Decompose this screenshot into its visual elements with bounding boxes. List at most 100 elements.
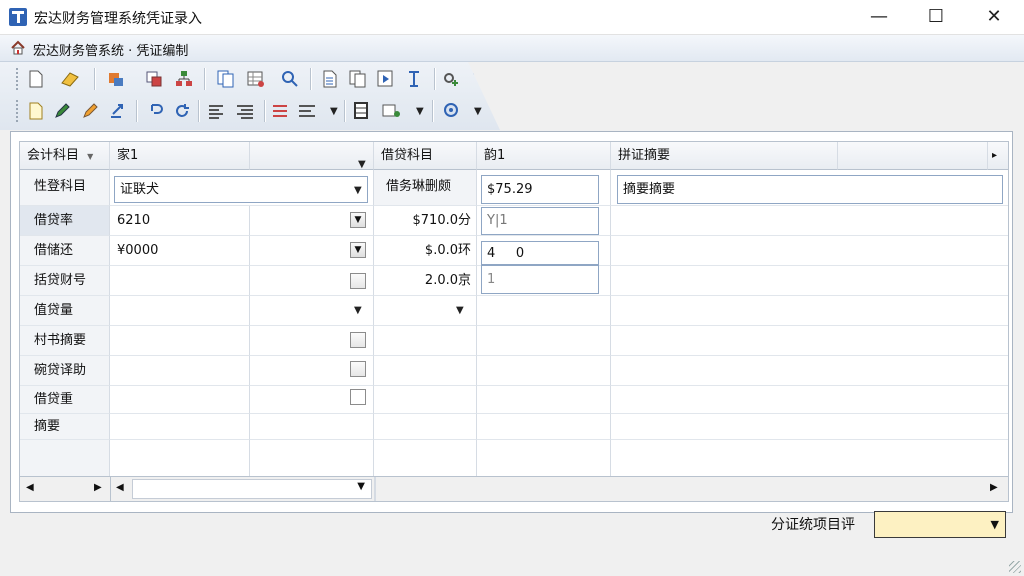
scroll-right-icon[interactable]: ▶: [94, 482, 102, 493]
horizontal-scrollbar[interactable]: ◀ ▶ ◀ ▼ ▶: [19, 476, 1009, 502]
row-checkbox[interactable]: [350, 273, 366, 289]
column-dropdown-icon[interactable]: ▼: [358, 151, 366, 169]
scroll-left-icon[interactable]: ◀: [116, 482, 124, 493]
grid-cell[interactable]: [374, 386, 477, 414]
column-header-item[interactable]: 家1: [110, 142, 250, 170]
page-icon[interactable]: [318, 67, 342, 91]
duplicate-icon[interactable]: [214, 67, 238, 91]
grid-cell[interactable]: [477, 296, 611, 326]
undo-icon[interactable]: [144, 99, 168, 123]
export-icon[interactable]: [106, 99, 130, 123]
scroll-left-icon[interactable]: ◀: [26, 482, 34, 493]
row-dropdown-arrow[interactable]: ▼: [354, 305, 362, 316]
scroll-right-icon[interactable]: ▶: [990, 482, 998, 493]
scroll-thumb[interactable]: ▼: [132, 479, 372, 499]
pencil-icon[interactable]: [78, 99, 102, 123]
grid-cell: [611, 296, 1008, 326]
scroll-dropdown-icon[interactable]: ▼: [357, 481, 365, 492]
column-header-account[interactable]: 会计科目 ▼: [20, 142, 110, 170]
toolbar-separator: [198, 100, 200, 122]
home-icon[interactable]: [10, 40, 26, 56]
grid-cell[interactable]: [477, 414, 611, 440]
grid-edit-icon[interactable]: [244, 67, 268, 91]
grid-cell[interactable]: [477, 356, 611, 386]
pages-icon[interactable]: [346, 67, 370, 91]
pen-icon[interactable]: [50, 99, 74, 123]
grid-cell[interactable]: ¥0000: [110, 236, 250, 266]
minimize-button[interactable]: —: [850, 0, 908, 34]
amount-field[interactable]: $75.29: [481, 175, 599, 204]
column-header-debit[interactable]: 借贷科目: [374, 142, 477, 170]
copy-layout-icon[interactable]: [142, 67, 166, 91]
row-checkbox[interactable]: [350, 332, 366, 348]
account-combo[interactable]: 证联犬: [114, 176, 368, 203]
row-checkbox[interactable]: [350, 361, 366, 377]
eraser-icon[interactable]: [58, 67, 82, 91]
row-dropdown-button[interactable]: ▼: [350, 242, 366, 258]
toolbar-grip[interactable]: [16, 68, 21, 90]
list-b-icon[interactable]: [296, 99, 320, 123]
column-header-blank: [838, 142, 988, 170]
memo-field[interactable]: 摘要摘要: [617, 175, 1003, 204]
maximize-button[interactable]: ☐: [907, 0, 965, 34]
grid-cell[interactable]: [110, 386, 250, 414]
link-add-icon[interactable]: [440, 67, 464, 91]
column-header-memo[interactable]: 拼证摘要: [611, 142, 838, 170]
grid-cell[interactable]: [374, 414, 477, 440]
align-right-icon[interactable]: [234, 99, 258, 123]
entry-field[interactable]: 1: [481, 265, 599, 294]
transfer-icon[interactable]: [104, 67, 128, 91]
account-combo-arrow[interactable]: ▼: [354, 185, 362, 196]
toolbar-grip[interactable]: [16, 100, 21, 122]
link-tool-icon[interactable]: [468, 67, 492, 91]
play-doc-icon[interactable]: [374, 67, 398, 91]
grid-cell[interactable]: [477, 326, 611, 356]
list-dropdown-arrow[interactable]: ▼: [330, 106, 338, 117]
grid-cell[interactable]: [477, 386, 611, 414]
entry-field[interactable]: 4 0: [481, 241, 599, 265]
grid-cell[interactable]: [110, 414, 250, 440]
redo-icon[interactable]: [170, 99, 194, 123]
chevron-down-icon[interactable]: ▼: [991, 518, 999, 531]
search-icon[interactable]: [278, 67, 302, 91]
column-header-amount[interactable]: 韵1: [477, 142, 611, 170]
row-checkbox[interactable]: [350, 389, 366, 405]
calc-icon[interactable]: [380, 99, 404, 123]
grid-cell[interactable]: [110, 356, 250, 386]
table-icon[interactable]: [350, 99, 374, 123]
close-button[interactable]: ✕: [965, 0, 1023, 34]
sort-arrow-icon: ▼: [87, 152, 94, 161]
grid-cell[interactable]: 6210: [110, 206, 250, 236]
grid-cell[interactable]: $.0.0环: [374, 236, 477, 266]
settings-icon[interactable]: [440, 99, 464, 123]
footer-combo[interactable]: ▼: [874, 511, 1006, 538]
grid-cell: [611, 356, 1008, 386]
align-left-icon[interactable]: [206, 99, 230, 123]
grid-cell: [611, 266, 1008, 296]
row-header: 括贷财号: [20, 266, 110, 296]
column-scroll-right-icon[interactable]: ▸: [988, 142, 1008, 170]
row-dropdown-button[interactable]: ▼: [350, 212, 366, 228]
grid-cell[interactable]: $710.0分: [374, 206, 477, 236]
grid-cell[interactable]: [374, 356, 477, 386]
calc-dropdown-arrow[interactable]: ▼: [416, 106, 424, 117]
list-a-icon[interactable]: [270, 99, 294, 123]
entry-field[interactable]: Y|1: [481, 207, 599, 235]
title-bar: 宏达财务管理系统凭证录入 — ☐ ✕: [0, 0, 1024, 35]
grid-cell[interactable]: [110, 326, 250, 356]
grid-cell[interactable]: 2.0.0京: [374, 266, 477, 296]
settings-dropdown-arrow[interactable]: ▼: [474, 106, 482, 117]
grid-cell[interactable]: [374, 326, 477, 356]
column-header-filter[interactable]: ▼: [250, 142, 374, 170]
grid-cell[interactable]: [110, 296, 250, 326]
note-icon[interactable]: [24, 99, 48, 123]
toolbar-separator: [344, 100, 346, 122]
row-header: 借储还: [20, 236, 110, 266]
toolbar-separator: [204, 68, 206, 90]
grid-cell[interactable]: [110, 266, 250, 296]
row-dropdown-arrow[interactable]: ▼: [456, 305, 464, 316]
text-cursor-icon[interactable]: [402, 67, 426, 91]
new-doc-icon[interactable]: [24, 67, 48, 91]
org-icon[interactable]: [172, 67, 196, 91]
resize-grip[interactable]: [1009, 561, 1021, 573]
